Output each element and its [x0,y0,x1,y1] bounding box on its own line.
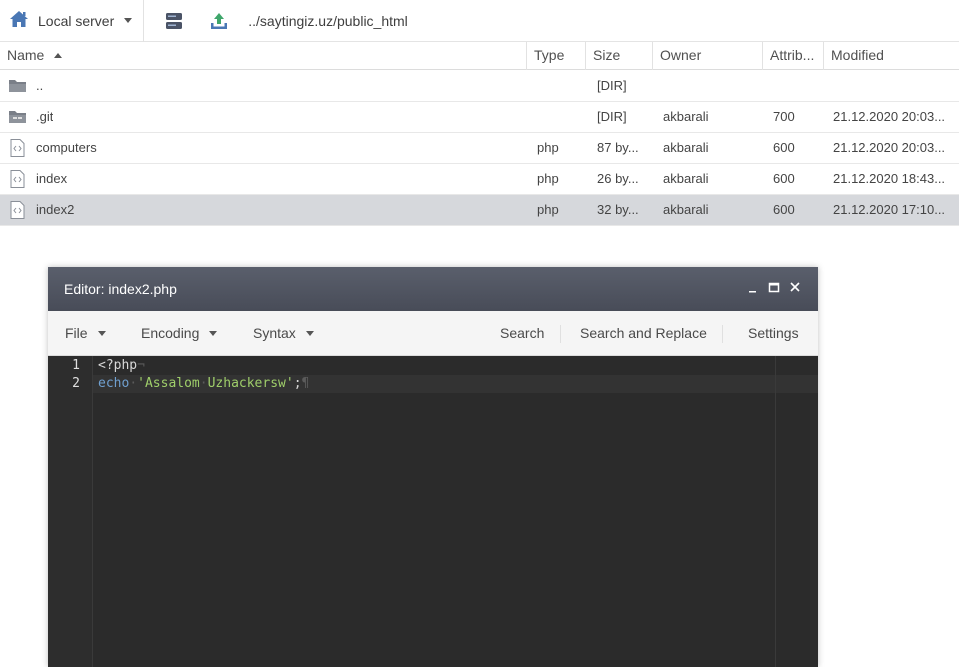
settings-button[interactable]: Settings [748,311,799,356]
folder-icon [8,77,27,95]
code-line-2: echo·'Assalom·Uzhackersw';¶ [98,375,309,393]
file-attributes: 600 [773,202,795,217]
file-size: 26 by... [597,171,639,186]
line-end-marker: ¬ [137,358,145,373]
editor-title-bar[interactable]: Editor: index2.php [48,267,818,311]
column-header-type[interactable]: Type [527,42,586,70]
file-row-git[interactable]: .git [DIR] akbarali 700 21.12.2020 20:03… [0,102,959,133]
maximize-icon[interactable] [766,279,782,297]
menu-encoding-label: Encoding [141,325,200,341]
file-row-index2[interactable]: index2 php 32 by... akbarali 600 21.12.2… [0,195,959,226]
file-owner: akbarali [663,202,709,217]
file-name: index [36,171,68,186]
chevron-down-icon [97,331,106,336]
code-file-icon [8,170,27,188]
drive-icon[interactable] [162,9,186,33]
server-label: Local server [38,12,115,29]
server-selector-button[interactable]: Local server [0,0,142,42]
code-string-start: 'Assalom [137,376,200,391]
file-size: [DIR] [597,78,627,93]
chevron-down-icon [124,18,133,23]
file-name: computers [36,140,97,155]
file-modified: 21.12.2020 20:03... [833,109,946,124]
file-modified: 21.12.2020 18:43... [833,171,946,186]
upload-icon[interactable] [207,9,231,33]
php-open-tag: <?php [98,358,138,373]
file-row-computers[interactable]: computers php 87 by... akbarali 600 21.1… [0,133,959,164]
file-row-parent[interactable]: .. [DIR] [0,71,959,102]
column-header-name[interactable]: Name [0,42,527,70]
file-type: php [537,140,559,155]
git-folder-icon [8,108,27,126]
code-string-end: Uzhackersw' [207,376,294,391]
file-owner: akbarali [663,171,709,186]
sort-ascending-icon [54,53,63,58]
menu-file[interactable]: File [65,311,106,356]
file-size: 32 by... [597,202,639,217]
file-type: php [537,202,559,217]
editor-menu-bar: File Encoding Syntax Search Search and R… [48,311,818,356]
file-name: .git [36,109,54,124]
column-header-size[interactable]: Size [586,42,653,70]
chevron-down-icon [209,331,218,336]
menu-syntax[interactable]: Syntax [253,311,314,356]
file-modified: 21.12.2020 17:10... [833,202,946,217]
file-name: index2 [36,202,75,217]
column-header-owner[interactable]: Owner [653,42,763,70]
file-name: .. [36,78,44,93]
file-size: [DIR] [597,109,627,124]
toolbar-divider [143,0,145,42]
minimize-icon[interactable] [745,279,761,297]
line-number: 1 [72,358,80,373]
code-keyword: echo [98,376,130,391]
file-attributes: 600 [773,140,795,155]
editor-title: Editor: index2.php [64,281,177,297]
search-button[interactable]: Search [500,311,544,356]
menu-divider [560,325,561,343]
file-type: php [537,171,559,186]
file-list-header: Name Type Size Owner Attrib... Modified [0,42,959,70]
menu-file-label: File [65,325,88,341]
search-replace-button[interactable]: Search and Replace [580,311,707,356]
column-header-modified[interactable]: Modified [824,42,959,70]
column-header-attributes[interactable]: Attrib... [763,42,824,70]
code-file-icon [8,139,27,157]
whitespace-marker: · [199,376,208,391]
menu-encoding[interactable]: Encoding [141,311,218,356]
close-icon[interactable] [787,279,803,297]
whitespace-marker: · [129,376,138,391]
file-row-index[interactable]: index php 26 by... akbarali 600 21.12.20… [0,164,959,195]
current-path[interactable]: ../saytingiz.uz/public_html [248,13,408,29]
chevron-down-icon [305,331,314,336]
right-margin-line [775,356,776,667]
file-size: 87 by... [597,140,639,155]
home-icon [9,10,29,31]
code-editor[interactable]: 1 2 <?php¬ echo·'Assalom·Uzhackersw';¶ [48,356,818,667]
file-owner: akbarali [663,109,709,124]
file-modified: 21.12.2020 20:03... [833,140,946,155]
top-toolbar: Local server ../saytingiz.uz/public_html [0,0,959,42]
code-semicolon: ; [293,376,302,391]
code-file-icon [8,201,27,219]
line-number: 2 [72,376,80,391]
editor-window: Editor: index2.php File Encoding Syntax … [48,267,818,667]
menu-syntax-label: Syntax [253,325,296,341]
file-attributes: 600 [773,171,795,186]
menu-divider [722,325,723,343]
column-name-label: Name [7,47,45,63]
paragraph-marker: ¶ [301,376,310,391]
file-owner: akbarali [663,140,709,155]
file-list: .. [DIR] .git [DIR] akbarali 700 21.12.2… [0,71,959,226]
code-line-1: <?php¬ [98,357,145,375]
line-number-gutter: 1 2 [48,356,93,667]
file-attributes: 700 [773,109,795,124]
